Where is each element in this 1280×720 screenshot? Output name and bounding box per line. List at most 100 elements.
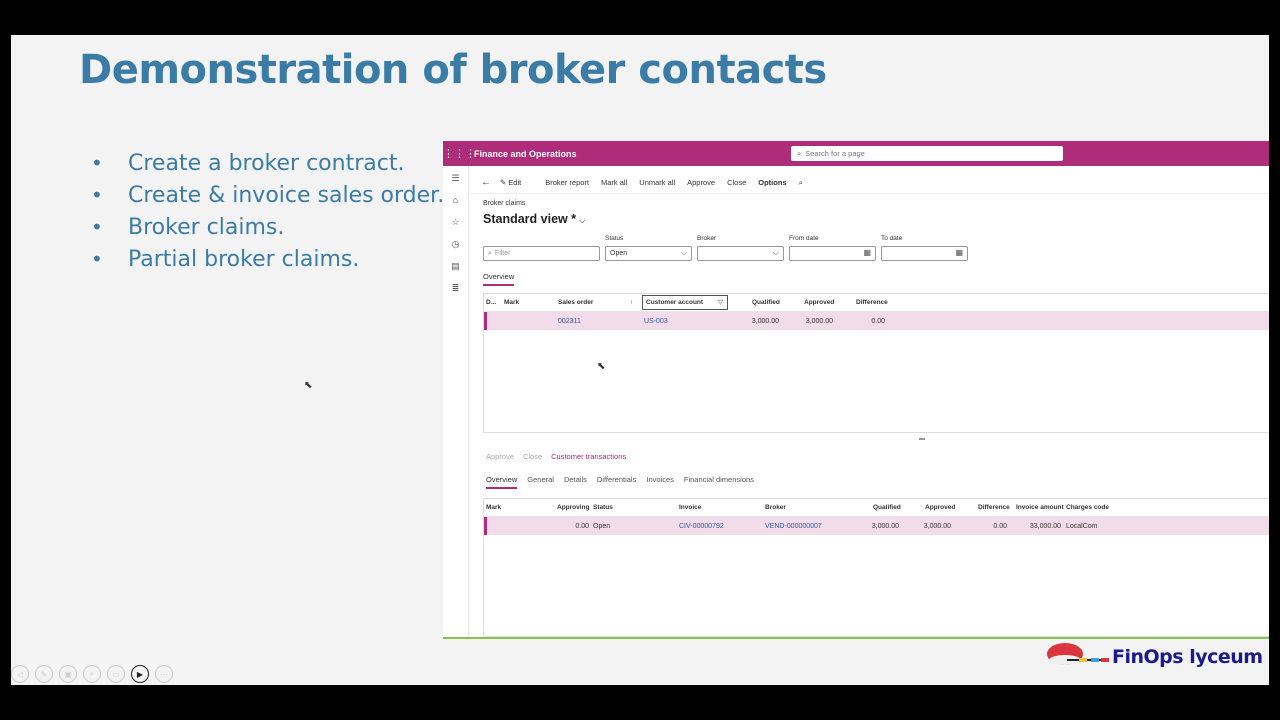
to-date-filter: To date ▦ (881, 235, 968, 261)
favorites-icon[interactable]: ☆ (443, 211, 468, 233)
finops-lyceum-logo: FinOps lyceum (1045, 638, 1263, 676)
lines-close-button[interactable]: Close (523, 452, 542, 461)
col-header-difference[interactable]: Difference (978, 504, 1010, 511)
col-header-mark[interactable]: Mark (486, 504, 501, 511)
to-date-label: To date (881, 235, 903, 242)
filter-input[interactable]: ⌕ Filter (483, 246, 600, 261)
approved-value: 3,000.00 (923, 522, 951, 530)
col-header-approving[interactable]: Approving (557, 504, 590, 511)
action-pane: ← ✎ Edit Broker report Mark all Unmark al… (469, 172, 1269, 194)
mark-all-button[interactable]: Mark all (601, 178, 627, 187)
customer-transactions-button[interactable]: Customer transactions (551, 452, 626, 461)
table-row[interactable]: 002311 US-003 3,000.00 3,000.00 0.00 (484, 312, 1269, 330)
calendar-icon[interactable]: ▦ (863, 248, 871, 257)
bullet-item: • Partial broker claims. (91, 247, 360, 272)
tab-overview[interactable]: Overview (483, 272, 515, 286)
tab-details[interactable]: Details (564, 475, 587, 489)
zoom-icon[interactable]: ⌕ (83, 665, 101, 683)
breadcrumb: Broker claims (483, 200, 526, 207)
bullet-text: Partial broker claims. (128, 247, 360, 272)
broker-link[interactable]: VEND-000000007 (765, 523, 822, 530)
lines-action-bar: Approve Close Customer transactions (486, 452, 635, 461)
bullet-item: • Broker claims. (91, 215, 285, 240)
col-header-status[interactable]: Status (593, 504, 613, 511)
sales-order-link[interactable]: 002311 (558, 318, 581, 325)
col-header-sales-order[interactable]: Sales order (558, 299, 593, 306)
grid-header: Mark Approving Status Invoice Broker Qua… (484, 499, 1269, 517)
tab-general[interactable]: General (527, 475, 554, 489)
tab-financial-dimensions[interactable]: Financial dimensions (684, 475, 754, 489)
slide-title: Demonstration of broker contacts (79, 47, 827, 93)
table-row[interactable]: 0.00 Open CIV-00000792 VEND-000000007 3,… (484, 517, 1269, 535)
sort-ascending-icon[interactable]: ↑ (630, 299, 633, 306)
from-date-label: From date (789, 235, 819, 242)
lines-approve-button[interactable]: Approve (486, 452, 514, 461)
previous-icon[interactable]: ◁ (11, 665, 29, 683)
recent-icon[interactable]: ◷ (443, 233, 468, 255)
tab-overview[interactable]: Overview (486, 475, 518, 489)
workspaces-icon[interactable]: ▤ (443, 255, 468, 277)
options-button[interactable]: Options (758, 178, 786, 187)
broker-report-button[interactable]: Broker report (545, 178, 589, 187)
col-header-difference[interactable]: Difference (856, 299, 888, 306)
pen-icon[interactable]: ✎ (35, 665, 53, 683)
tab-invoices[interactable]: Invoices (646, 475, 674, 489)
from-date-filter: From date ▦ (789, 235, 876, 261)
col-header-mark[interactable]: Mark (504, 299, 519, 306)
back-arrow-icon[interactable]: ← (481, 177, 491, 188)
app-name[interactable]: Finance and Operations (474, 149, 577, 159)
splitter-handle[interactable] (919, 438, 925, 440)
invoice-link[interactable]: CIV-00000792 (679, 523, 724, 530)
broker-filter: Broker ⌵ (697, 235, 784, 261)
col-header-broker[interactable]: Broker (765, 504, 786, 511)
search-input[interactable]: ⌕ Search for a page (791, 146, 1063, 161)
difference-value: 0.00 (993, 522, 1007, 530)
hamburger-icon[interactable]: ☰ (443, 167, 468, 189)
qualified-value: 3,000.00 (871, 522, 899, 530)
col-header-qualified[interactable]: Qualified (873, 504, 901, 511)
col-header-d[interactable]: D... (486, 299, 496, 306)
grid-header: D... Mark Sales order ↑ Customer account… (484, 294, 1269, 312)
view-selector[interactable]: Standard view * ⌵ (483, 212, 585, 226)
col-header-invoice-amount[interactable]: Invoice amount (1016, 504, 1064, 511)
tab-differentials[interactable]: Differentials (597, 475, 636, 489)
from-date-input[interactable]: ▦ (789, 246, 876, 261)
broker-label: Broker (697, 235, 717, 242)
col-header-approved[interactable]: Approved (925, 504, 955, 511)
bullet-text: Create a broker contract. (128, 151, 405, 176)
camera-icon[interactable]: ▶ (131, 665, 149, 683)
filter-field: ⌕ Filter (483, 246, 600, 261)
slides-icon[interactable]: ▣ (59, 665, 77, 683)
status-select[interactable]: Open ⌵ (605, 246, 692, 261)
unmark-all-button[interactable]: Unmark all (639, 178, 675, 187)
approve-button[interactable]: Approve (687, 178, 715, 187)
subtitles-icon[interactable]: ▭ (107, 665, 125, 683)
col-header-charges-code[interactable]: Charges code (1066, 504, 1109, 511)
more-icon[interactable]: ⋯ (155, 665, 173, 683)
broker-select[interactable]: ⌵ (697, 246, 784, 261)
col-header-invoice[interactable]: Invoice (679, 504, 701, 511)
bullet-list: • Create a broker contract. • Create & inv… (91, 147, 444, 275)
bullet-item: • Create a broker contract. (91, 151, 405, 176)
logo-text: FinOps lyceum (1112, 646, 1263, 668)
col-header-approved[interactable]: Approved (804, 299, 834, 306)
action-search-icon[interactable]: ⌕ (799, 178, 803, 188)
col-header-customer-account[interactable]: Customer account ▽ (642, 295, 728, 310)
claim-lines-grid: Mark Approving Status Invoice Broker Qua… (483, 498, 1269, 637)
status-label: Status (605, 235, 624, 242)
bullet-text: Broker claims. (128, 215, 285, 240)
status-filter: Status Open ⌵ (605, 235, 692, 261)
customer-account-link[interactable]: US-003 (644, 318, 668, 325)
status-value: Open (593, 522, 611, 530)
col-header-qualified[interactable]: Qualified (752, 299, 780, 306)
edit-button[interactable]: ✎ Edit (500, 178, 533, 187)
app-launcher-icon[interactable]: ⋮⋮⋮ (443, 147, 476, 160)
close-button[interactable]: Close (727, 178, 746, 187)
home-icon[interactable]: ⌂ (443, 189, 468, 211)
chevron-down-icon: ⌵ (772, 248, 779, 257)
to-date-input[interactable]: ▦ (881, 246, 968, 261)
filter-funnel-icon: ▽ (718, 299, 723, 306)
search-icon: ⌕ (797, 148, 802, 158)
calendar-icon[interactable]: ▦ (955, 248, 963, 257)
modules-icon[interactable]: ≣ (443, 277, 468, 299)
